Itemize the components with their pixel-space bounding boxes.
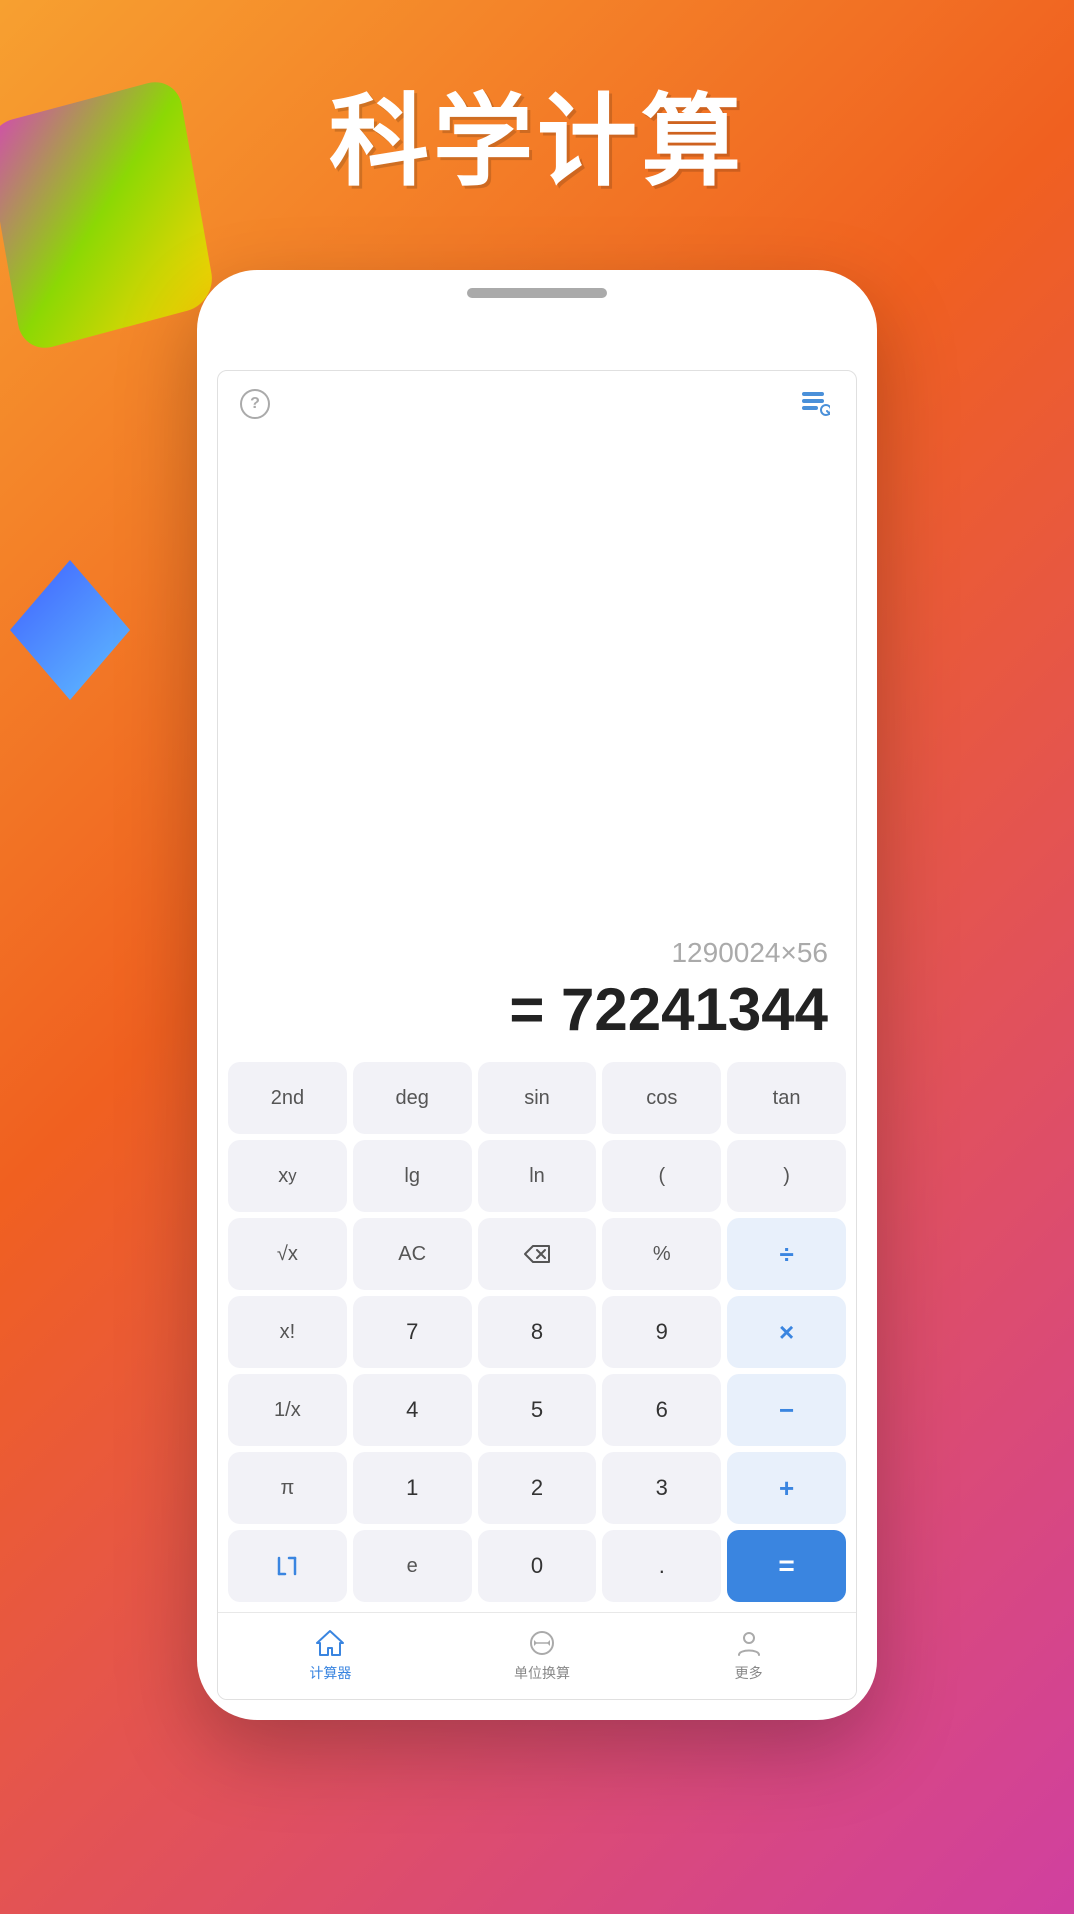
- btn-row-2: xy lg ln ( ): [228, 1140, 846, 1212]
- btn-ac[interactable]: AC: [353, 1218, 472, 1290]
- btn-2[interactable]: 2: [478, 1452, 597, 1524]
- btn-ln[interactable]: ln: [478, 1140, 597, 1212]
- button-grid: 2nd deg sin cos tan xy lg ln ( ) √x AC: [218, 1062, 856, 1612]
- btn-sin[interactable]: sin: [478, 1062, 597, 1134]
- btn-open-paren[interactable]: (: [602, 1140, 721, 1212]
- btn-divide[interactable]: ÷: [727, 1218, 846, 1290]
- btn-row-7: e 0 . =: [228, 1530, 846, 1602]
- bottom-nav: 计算器 单位换算: [218, 1612, 856, 1699]
- btn-backspace[interactable]: [478, 1218, 597, 1290]
- btn-3[interactable]: 3: [602, 1452, 721, 1524]
- nav-calculator[interactable]: 计算器: [309, 1627, 351, 1683]
- calc-display: 1290024×56 = 72241344: [218, 429, 856, 1062]
- btn-row-5: 1/x 4 5 6 −: [228, 1374, 846, 1446]
- nav-calculator-label: 计算器: [309, 1663, 351, 1683]
- btn-row-1: 2nd deg sin cos tan: [228, 1062, 846, 1134]
- btn-cos[interactable]: cos: [602, 1062, 721, 1134]
- btn-factorial[interactable]: x!: [228, 1296, 347, 1368]
- btn-sqrt[interactable]: √x: [228, 1218, 347, 1290]
- btn-floor[interactable]: [228, 1530, 347, 1602]
- btn-7[interactable]: 7: [353, 1296, 472, 1368]
- btn-equals[interactable]: =: [727, 1530, 846, 1602]
- btn-row-4: x! 7 8 9 ×: [228, 1296, 846, 1368]
- btn-multiply[interactable]: ×: [727, 1296, 846, 1368]
- nav-more[interactable]: 更多: [733, 1627, 765, 1683]
- btn-0[interactable]: 0: [478, 1530, 597, 1602]
- btn-9[interactable]: 9: [602, 1296, 721, 1368]
- btn-reciprocal[interactable]: 1/x: [228, 1374, 347, 1446]
- btn-pi[interactable]: π: [228, 1452, 347, 1524]
- expression-display: 1290024×56: [671, 937, 828, 969]
- btn-4[interactable]: 4: [353, 1374, 472, 1446]
- btn-row-3: √x AC % ÷: [228, 1218, 846, 1290]
- nav-unit-label: 单位换算: [514, 1663, 570, 1683]
- btn-close-paren[interactable]: ): [727, 1140, 846, 1212]
- phone-frame: ? 1290024×56 = 72241344 2nd: [197, 270, 877, 1720]
- calculator-screen: ? 1290024×56 = 72241344 2nd: [217, 370, 857, 1700]
- btn-deg[interactable]: deg: [353, 1062, 472, 1134]
- topbar: ?: [218, 371, 856, 429]
- btn-row-6: π 1 2 3 +: [228, 1452, 846, 1524]
- btn-1[interactable]: 1: [353, 1452, 472, 1524]
- phone-notch: [467, 288, 607, 298]
- btn-5[interactable]: 5: [478, 1374, 597, 1446]
- btn-6[interactable]: 6: [602, 1374, 721, 1446]
- unit-nav-icon: [526, 1627, 558, 1659]
- more-nav-icon: [733, 1627, 765, 1659]
- btn-add[interactable]: +: [727, 1452, 846, 1524]
- calculator-nav-icon: [314, 1627, 346, 1659]
- btn-percent[interactable]: %: [602, 1218, 721, 1290]
- help-button[interactable]: ?: [240, 389, 270, 419]
- btn-subtract[interactable]: −: [727, 1374, 846, 1446]
- btn-dot[interactable]: .: [602, 1530, 721, 1602]
- history-button[interactable]: [800, 390, 834, 418]
- btn-e[interactable]: e: [353, 1530, 472, 1602]
- btn-tan[interactable]: tan: [727, 1062, 846, 1134]
- result-display: = 72241344: [509, 975, 828, 1044]
- btn-8[interactable]: 8: [478, 1296, 597, 1368]
- nav-more-label: 更多: [735, 1663, 763, 1683]
- btn-power[interactable]: xy: [228, 1140, 347, 1212]
- nav-unit[interactable]: 单位换算: [514, 1627, 570, 1683]
- btn-2nd[interactable]: 2nd: [228, 1062, 347, 1134]
- diamond-decoration: [10, 560, 130, 700]
- btn-lg[interactable]: lg: [353, 1140, 472, 1212]
